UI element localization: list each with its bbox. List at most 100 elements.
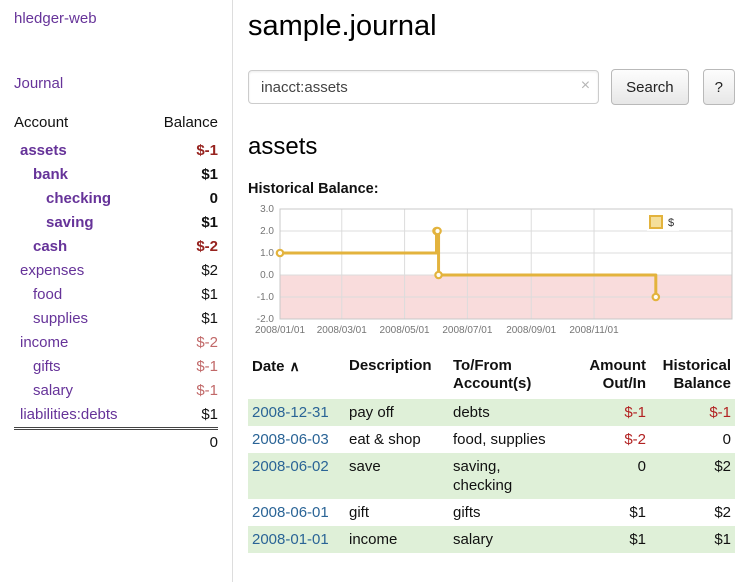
account-link[interactable]: expenses	[20, 262, 84, 279]
search-button[interactable]: Search	[611, 69, 689, 105]
account-name-cell: income	[14, 331, 148, 355]
account-link[interactable]: food	[33, 286, 62, 303]
main-content: sample.journal × Search ? assets Histori…	[248, 0, 735, 553]
chart-point-marker	[435, 272, 441, 278]
sort-asc-icon: ∧	[290, 358, 300, 374]
account-balance: 0	[148, 187, 218, 211]
account-balance: $1	[148, 163, 218, 187]
account-balance: $-2	[148, 235, 218, 259]
chart-xtick-label: 2008/07/01	[442, 325, 492, 336]
account-row: saving $1	[14, 211, 218, 235]
account-link[interactable]: bank	[33, 166, 68, 183]
register-description: save	[345, 453, 449, 499]
register-date-cell: 2008-06-02	[248, 453, 345, 499]
register-description: gift	[345, 499, 449, 526]
transaction-date-link[interactable]: 2008-12-31	[252, 404, 329, 421]
chart-ytick-label: 1.0	[260, 248, 274, 259]
chart-point-marker	[277, 250, 283, 256]
account-link[interactable]: liabilities:debts	[20, 406, 118, 423]
register-amount: $1	[567, 499, 650, 526]
accounts-body: assets$-1bank$1checking0saving$1cash$-2e…	[14, 139, 218, 429]
account-name-cell: saving	[14, 211, 148, 235]
account-name-cell: bank	[14, 163, 148, 187]
account-row: gifts $-1	[14, 355, 218, 379]
register-header-date-label: Date	[252, 358, 285, 375]
account-row: salary $-1	[14, 379, 218, 403]
chart-point-marker	[434, 228, 440, 234]
register-row: 2008-06-01giftgifts$1$2	[248, 499, 735, 526]
register-accounts: salary	[449, 526, 567, 553]
chart-xtick-label: 2008/01/01	[255, 325, 305, 336]
account-name-cell: supplies	[14, 307, 148, 331]
account-link[interactable]: checking	[46, 190, 111, 207]
search-input[interactable]	[248, 70, 599, 104]
register-header-amount: Amount Out/In	[567, 355, 650, 399]
account-link[interactable]: supplies	[33, 310, 88, 327]
chart-xtick-label: 2008/05/01	[380, 325, 430, 336]
account-link[interactable]: salary	[33, 382, 73, 399]
account-name-cell: food	[14, 283, 148, 307]
account-row: supplies $1	[14, 307, 218, 331]
search-field-wrap: ×	[248, 70, 599, 104]
transaction-date-link[interactable]: 2008-01-01	[252, 531, 329, 548]
app-title-link[interactable]: hledger-web	[14, 10, 218, 27]
sidebar-item-journal[interactable]: Journal	[14, 75, 218, 92]
chart-xtick-label: 2008/09/01	[506, 325, 556, 336]
account-row: food$1	[14, 283, 218, 307]
account-balance: $2	[148, 259, 218, 283]
register-row: 2008-06-03eat & shopfood, supplies$-20	[248, 426, 735, 453]
clear-search-icon[interactable]: ×	[581, 77, 590, 95]
account-link[interactable]: cash	[33, 238, 67, 255]
account-name-cell: liabilities:debts	[14, 403, 148, 429]
account-name-cell: gifts	[14, 355, 148, 379]
chart-title: Historical Balance:	[248, 181, 735, 197]
account-balance: $-1	[148, 379, 218, 403]
register-header-description: Description	[345, 355, 449, 399]
account-balance: $1	[148, 403, 218, 429]
account-balance: $-1	[148, 355, 218, 379]
register-description: eat & shop	[345, 426, 449, 453]
account-link[interactable]: assets	[20, 142, 67, 159]
register-date-cell: 2008-12-31	[248, 399, 345, 426]
register-balance: $2	[650, 499, 735, 526]
register-balance: $2	[650, 453, 735, 499]
accounts-table: Account Balance assets $-1 bank $1 checking 0…	[14, 112, 218, 455]
chart-point-marker	[653, 294, 659, 300]
chart-ytick-label: 0.0	[260, 270, 274, 281]
register-description: pay off	[345, 399, 449, 426]
register-date-cell: 2008-06-01	[248, 499, 345, 526]
transaction-date-link[interactable]: 2008-06-02	[252, 458, 329, 475]
account-name-cell: checking	[14, 187, 148, 211]
chart-ytick-label: 3.0	[260, 204, 274, 215]
transaction-date-link[interactable]: 2008-06-01	[252, 504, 329, 521]
help-button[interactable]: ?	[703, 69, 735, 105]
register-row: 2008-06-02savesaving, checking0$2	[248, 453, 735, 499]
account-balance: $1	[148, 211, 218, 235]
account-link[interactable]: saving	[46, 214, 94, 231]
account-name-cell: assets	[14, 139, 148, 163]
account-link[interactable]: income	[20, 334, 68, 351]
register-accounts: saving, checking	[449, 453, 567, 499]
balance-chart: 3.02.01.00.0-1.0-2.02008/01/012008/03/01…	[248, 203, 735, 343]
register-header-balance: Historical Balance	[650, 355, 735, 399]
account-balance: $1	[148, 307, 218, 331]
accounts-header-row: Account Balance	[14, 112, 218, 139]
chart-legend-label: $	[668, 217, 674, 229]
account-row: expenses $2	[14, 259, 218, 283]
chart-ytick-label: -2.0	[257, 314, 275, 325]
account-row: checking 0	[14, 187, 218, 211]
page-title: sample.journal	[248, 10, 735, 43]
register-date-cell: 2008-01-01	[248, 526, 345, 553]
chart-ytick-label: 2.0	[260, 226, 274, 237]
transaction-date-link[interactable]: 2008-06-03	[252, 431, 329, 448]
chart-legend-swatch-icon	[650, 216, 662, 228]
search-form: × Search ?	[248, 69, 735, 105]
register-header-date[interactable]: Date ∧	[248, 355, 345, 399]
chart-xtick-label: 2008/03/01	[317, 325, 367, 336]
account-row: income$-2	[14, 331, 218, 355]
register-header-accounts: To/From Account(s)	[449, 355, 567, 399]
account-name-cell: salary	[14, 379, 148, 403]
register-body: 2008-12-31pay offdebts$-1$-12008-06-03ea…	[248, 399, 735, 553]
account-title: assets	[248, 133, 735, 161]
account-link[interactable]: gifts	[33, 358, 61, 375]
